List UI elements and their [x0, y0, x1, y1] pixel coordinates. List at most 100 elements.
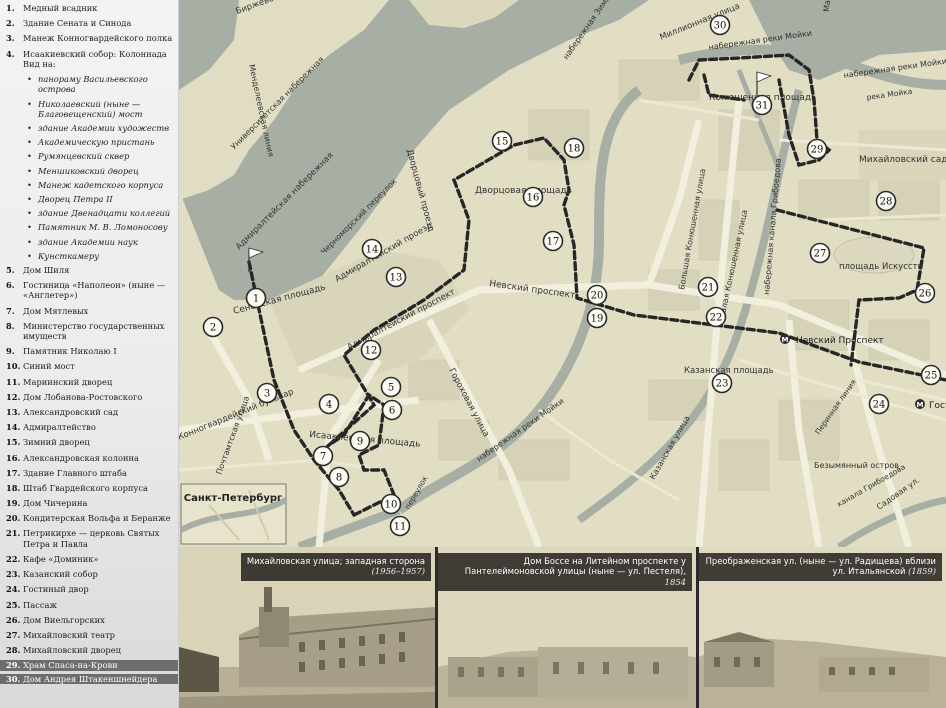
legend-item[interactable]: 7. Дом Мятлевых — [6, 306, 174, 316]
legend-item[interactable]: 18. Штаб Гвардейского корпуса — [6, 483, 174, 493]
marker-number: 25 — [925, 371, 938, 382]
map-marker-13[interactable]: 13 — [385, 266, 407, 288]
legend-label: Михайловский дворец — [23, 645, 121, 656]
legend-label: Храм Спаса-на-Крови — [23, 660, 118, 671]
marker-number: 24 — [873, 400, 886, 411]
map-marker-1[interactable]: 1 — [245, 287, 267, 309]
legend-item[interactable]: 22. Кафе «Доминик» — [6, 554, 174, 564]
legend-item[interactable]: 4. Исаакиевский собор: Колоннада Вид на: — [6, 49, 174, 70]
map-marker-17[interactable]: 17 — [542, 230, 564, 252]
bullet-icon: • — [27, 250, 32, 261]
legend-item[interactable]: 3. Манеж Конногвардейского полка — [6, 33, 174, 43]
map-marker-20[interactable]: 20 — [586, 284, 608, 306]
bullet-icon: • — [27, 208, 32, 219]
map-marker-29[interactable]: 29 — [806, 138, 828, 160]
legend-label: Синий мост — [23, 361, 75, 372]
legend-item[interactable]: 21. Петрикирхе — церковь Святых Петра и П… — [6, 528, 174, 549]
legend-subitem[interactable]: • здание Академии художеств — [6, 123, 174, 133]
legend-item[interactable]: 28. Михайловский дворец — [6, 645, 174, 655]
legend-item[interactable]: 23. Казанский собор — [6, 569, 174, 579]
map-marker-18[interactable]: 18 — [563, 137, 585, 159]
map-canvas: M Невский Проспект M Гостиный двор Санкт… — [179, 0, 946, 547]
legend-item[interactable]: 10. Синий мост — [6, 361, 174, 371]
legend-number: 10. — [6, 361, 21, 372]
legend-item[interactable]: 26. Дом Виельгорских — [6, 615, 174, 625]
legend-item[interactable]: 11. Мариинский дворец — [6, 377, 174, 387]
legend-item[interactable]: 12. Дом Лобанова-Ростовского — [6, 392, 174, 402]
photo-dom-bosse[interactable]: Дом Боссе на Литейном проспекте у Пантел… — [438, 547, 696, 708]
map-marker-5[interactable]: 5 — [380, 376, 402, 398]
bullet-icon: • — [27, 123, 32, 134]
legend-subitem[interactable]: • панораму Васильевского острова — [6, 74, 174, 95]
map-marker-11[interactable]: 11 — [389, 515, 411, 537]
legend-label: Дом Виельгорских — [23, 614, 105, 625]
legend-item[interactable]: 2. Здание Сената и Синода — [6, 18, 174, 28]
map-marker-4[interactable]: 4 — [318, 393, 340, 415]
legend-item[interactable]: 24. Гостиный двор — [6, 584, 174, 594]
map-marker-30[interactable]: 30 — [709, 14, 731, 36]
map-marker-12[interactable]: 12 — [360, 339, 382, 361]
photo-mikhailovskaya[interactable]: Михайловская улица; западная сторона (195… — [179, 547, 435, 708]
legend-item[interactable]: 14. Адмиралтейство — [6, 422, 174, 432]
legend-label: Мариинский дворец — [23, 376, 113, 387]
legend-label: Румянцевский сквер — [38, 151, 130, 162]
bullet-icon: • — [27, 74, 32, 85]
map-marker-8[interactable]: 8 — [328, 466, 350, 488]
photo-preobrazhenskaya[interactable]: Преображенская ул. (ныне — ул. Радищева)… — [699, 547, 946, 708]
legend-subitem[interactable]: • Николаевский (ныне — Благовещенский) мо… — [6, 99, 174, 120]
legend-subitem[interactable]: • Дворец Петра II — [6, 194, 174, 204]
map-marker-19[interactable]: 19 — [586, 307, 608, 329]
map-marker-10[interactable]: 10 — [380, 493, 402, 515]
legend-subitem[interactable]: • здание Двенадцати коллегий — [6, 208, 174, 218]
legend-number: 3. — [6, 33, 15, 44]
legend-subitem[interactable]: • Академическую пристань — [6, 137, 174, 147]
legend-label: Гостиница «Наполеон» (ныне — «Англетер») — [23, 280, 166, 301]
map-marker-23[interactable]: 23 — [711, 372, 733, 394]
map-marker-2[interactable]: 2 — [202, 316, 224, 338]
city-map[interactable]: M Невский Проспект M Гостиный двор Санкт… — [179, 0, 946, 547]
legend-item[interactable]: 13. Александровский сад — [6, 407, 174, 417]
map-marker-21[interactable]: 21 — [697, 276, 719, 298]
map-marker-27[interactable]: 27 — [809, 242, 831, 264]
legend-item[interactable]: 25. Пассаж — [6, 600, 174, 610]
legend-item[interactable]: 6. Гостиница «Наполеон» (ныне — «Англетер… — [6, 280, 174, 301]
map-marker-16[interactable]: 16 — [522, 186, 544, 208]
legend-subitem[interactable]: • Румянцевский сквер — [6, 151, 174, 161]
map-marker-14[interactable]: 14 — [361, 238, 383, 260]
legend-item[interactable]: 15. Зимний дворец — [6, 437, 174, 447]
map-marker-9[interactable]: 9 — [349, 430, 371, 452]
legend-item[interactable]: 29. Храм Спаса-на-Крови — [0, 660, 178, 671]
legend-number: 24. — [6, 584, 21, 595]
map-marker-24[interactable]: 24 — [868, 393, 890, 415]
legend-subitem[interactable]: • Кунсткамеру — [6, 251, 174, 261]
map-marker-26[interactable]: 26 — [914, 282, 936, 304]
legend-item[interactable]: 1. Медный всадник — [6, 3, 174, 13]
metro-nevsky[interactable]: M Невский Проспект — [780, 334, 884, 346]
legend-item[interactable]: 27. Михайловский театр — [6, 630, 174, 640]
legend-subitem[interactable]: • здание Академии наук — [6, 237, 174, 247]
legend-item[interactable]: 16. Александровская колонна — [6, 453, 174, 463]
legend-item[interactable]: 5. Дом Шиля — [6, 265, 174, 275]
map-marker-15[interactable]: 15 — [491, 130, 513, 152]
legend-item[interactable]: 8. Министерство государственных имуществ — [6, 321, 174, 342]
map-marker-7[interactable]: 7 — [312, 445, 334, 467]
legend-label: Пассаж — [23, 599, 58, 610]
legend-item[interactable]: 19. Дом Чичерина — [6, 498, 174, 508]
map-marker-6[interactable]: 6 — [381, 399, 403, 421]
map-marker-25[interactable]: 25 — [920, 364, 942, 386]
marker-number: 13 — [390, 273, 403, 284]
legend-subitem[interactable]: • Манеж кадетского корпуса — [6, 180, 174, 190]
map-marker-22[interactable]: 22 — [705, 306, 727, 328]
map-marker-28[interactable]: 28 — [875, 190, 897, 212]
legend-item[interactable]: 30. Дом Андрея Штакеншнейдера — [0, 673, 178, 684]
map-marker-3[interactable]: 3 — [256, 382, 278, 404]
legend-item[interactable]: 9. Памятник Николаю I — [6, 346, 174, 356]
legend-subitem[interactable]: • Меншиковский дворец — [6, 166, 174, 176]
legend-item[interactable]: 17. Здание Главного штаба — [6, 468, 174, 478]
legend-item[interactable]: 20. Кондитерская Вольфа и Беранже — [6, 513, 174, 523]
marker-number: 1 — [253, 294, 259, 305]
photo-caption: Михайловская улица; западная сторона (195… — [240, 553, 431, 581]
map-marker-31[interactable]: 31 — [751, 94, 773, 116]
street-label: Казанская площадь — [684, 366, 774, 376]
legend-subitem[interactable]: • Памятник М. В. Ломоносову — [6, 222, 174, 232]
